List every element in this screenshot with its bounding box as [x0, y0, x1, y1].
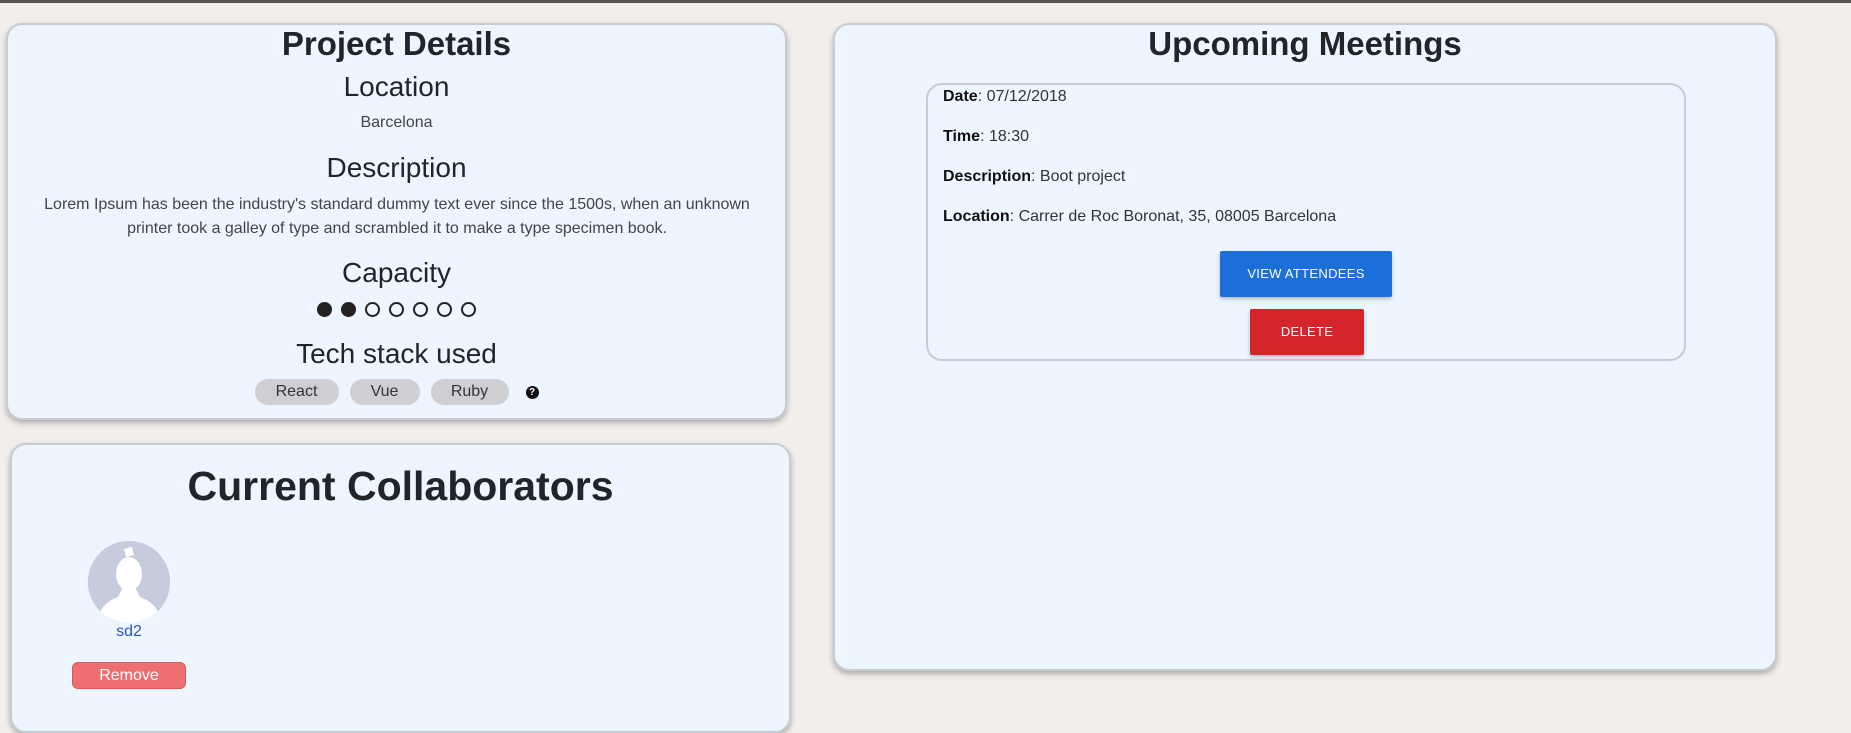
project-details-panel: Project Details Location Barcelona Descr…: [6, 23, 787, 420]
meeting-date-label: Date: [943, 88, 978, 105]
user-silhouette-icon: [88, 541, 170, 623]
tech-stack-list: React Vue Ruby ?: [8, 379, 785, 405]
capacity-dot-empty: [389, 302, 404, 317]
meeting-location-value: Carrer de Roc Boronat, 35, 08005 Barcelo…: [1018, 208, 1337, 225]
collaborators-title: Current Collaborators: [187, 463, 614, 509]
meeting-description: Description: Boot project: [943, 168, 1126, 185]
capacity-dot-empty: [365, 302, 380, 317]
top-border: [0, 0, 1851, 3]
meeting-time-label: Time: [943, 128, 981, 145]
location-heading: Location: [343, 71, 450, 102]
meeting-location: Location: Carrer de Roc Boronat, 35, 080…: [943, 208, 1337, 225]
meeting-card: Date: 07/12/2018 Time: 18:30 Description…: [926, 83, 1686, 361]
project-description: Lorem Ipsum has been the industry's stan…: [44, 196, 750, 237]
tech-tag: React: [254, 379, 339, 405]
capacity-dot-filled: [317, 302, 332, 317]
capacity-heading: Capacity: [342, 257, 451, 288]
meeting-time: Time: 18:30: [943, 128, 1029, 145]
meeting-location-label: Location: [943, 208, 1010, 225]
meeting-time-value: 18:30: [988, 128, 1029, 145]
meeting-description-value: Boot project: [1039, 168, 1126, 185]
capacity-indicator: [8, 302, 785, 317]
project-location: Barcelona: [360, 114, 433, 131]
project-details-title: Project Details: [281, 25, 512, 62]
upcoming-meetings-panel: Upcoming Meetings Date: 07/12/2018 Time:…: [833, 23, 1777, 671]
capacity-dot-empty: [461, 302, 476, 317]
capacity-dot-empty: [437, 302, 452, 317]
capacity-dot-empty: [413, 302, 428, 317]
meeting-description-label: Description: [943, 168, 1032, 185]
current-collaborators-panel: Current Collaborators sd2 Remove: [10, 443, 791, 733]
remove-collaborator-button[interactable]: Remove: [72, 662, 186, 689]
tech-tag: Vue: [349, 379, 420, 405]
question-circle-icon[interactable]: ?: [525, 385, 539, 399]
capacity-dot-filled: [341, 302, 356, 317]
meeting-date: Date: 07/12/2018: [943, 88, 1067, 105]
meetings-title: Upcoming Meetings: [1148, 25, 1462, 62]
collaborator-avatar[interactable]: [88, 541, 170, 623]
delete-meeting-button[interactable]: DELETE: [1250, 309, 1364, 355]
tech-stack-heading: Tech stack used: [296, 338, 497, 369]
tech-tag: Ruby: [430, 379, 509, 405]
description-heading: Description: [326, 152, 467, 183]
meeting-date-value: 07/12/2018: [986, 88, 1067, 105]
view-attendees-button[interactable]: VIEW ATTENDEES: [1220, 251, 1392, 297]
collaborator-name-link[interactable]: sd2: [78, 623, 180, 641]
